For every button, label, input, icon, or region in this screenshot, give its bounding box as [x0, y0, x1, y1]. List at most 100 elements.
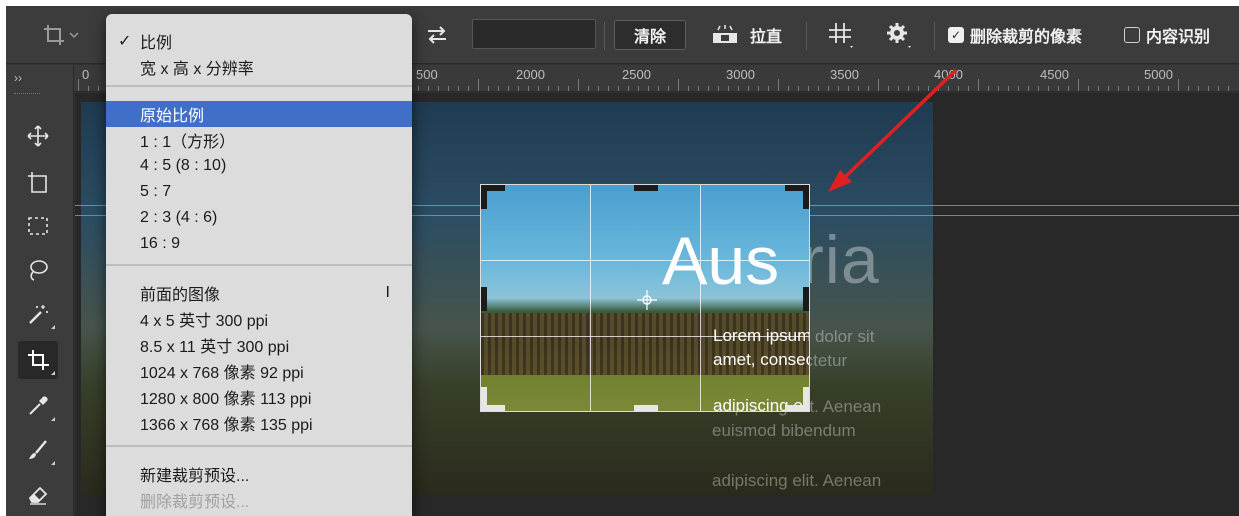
ruler-tick — [1078, 79, 1079, 91]
menu-item-front-image[interactable]: 前面的图像 I — [106, 280, 412, 306]
crop-center-crosshair-icon[interactable] — [637, 290, 657, 310]
menu-separator — [106, 445, 412, 447]
crop-handle-top-right[interactable] — [803, 185, 809, 209]
content-aware-checkbox[interactable]: 内容识别 — [1124, 6, 1210, 64]
ruler-tick — [868, 86, 869, 91]
delete-cropped-pixels-checkbox[interactable]: ✓ 删除裁剪的像素 — [948, 6, 1082, 64]
ruler-tick — [908, 86, 909, 91]
menu-item-8-5x11-inch[interactable]: 8.5 x 11 英寸 300 ppi — [106, 332, 412, 358]
lasso-tool-icon — [30, 260, 48, 281]
ruler-tick — [818, 86, 819, 91]
menu-item-4-5[interactable]: 4 : 5 (8 : 10) — [106, 153, 412, 179]
menu-item-original-ratio[interactable]: 原始比例 — [106, 101, 412, 127]
crop-handle-left[interactable] — [481, 287, 487, 311]
marquee-tool[interactable] — [18, 207, 58, 245]
menu-item-4x5-inch[interactable]: 4 x 5 英寸 300 ppi — [106, 306, 412, 332]
ruler-tick — [1008, 86, 1009, 91]
ruler-tick — [588, 86, 589, 91]
image-title-inside: Aus — [662, 222, 779, 300]
tools-panel: ›› — [6, 65, 74, 516]
ruler-tick — [888, 86, 889, 91]
menu-item-2-3[interactable]: 2 : 3 (4 : 6) — [106, 205, 412, 231]
straighten-button[interactable]: 拉直 — [710, 6, 782, 64]
ruler-tick — [878, 79, 879, 91]
ruler-tick — [748, 86, 749, 91]
ratio-height-input[interactable] — [472, 19, 596, 49]
crop-handle-right[interactable] — [803, 287, 809, 311]
menu-item-1366x768[interactable]: 1366 x 768 像素 135 ppi — [106, 410, 412, 436]
menu-item-label: 8.5 x 11 英寸 300 ppi — [140, 339, 290, 356]
ruler-tick — [1178, 79, 1179, 91]
marquee-tool-icon — [28, 217, 48, 235]
ruler-tick — [708, 86, 709, 91]
toolbar-grip[interactable] — [14, 93, 40, 95]
menu-item-delete-crop-preset: 删除裁剪预设... — [106, 487, 412, 513]
crop-grid-line — [700, 185, 701, 411]
grid-overlay-icon — [829, 23, 853, 48]
crop-settings-button[interactable] — [884, 6, 914, 64]
ruler-tick — [898, 86, 899, 91]
eraser-icon — [28, 486, 48, 505]
menu-item-16-9[interactable]: 16 : 9 — [106, 231, 412, 257]
ruler-tick — [78, 79, 79, 91]
move-tool-icon — [27, 125, 49, 147]
crop-handle-bottom[interactable] — [634, 405, 658, 411]
clear-button[interactable]: 清除 — [614, 20, 686, 50]
ruler-tick — [1058, 86, 1059, 91]
artboard-tool[interactable] — [18, 163, 58, 201]
crop-tool[interactable] — [18, 341, 58, 379]
crop-handle-bottom-right[interactable] — [803, 387, 809, 411]
menu-item-width-height-resolution[interactable]: 宽 x 高 x 分辨率 — [106, 54, 412, 80]
ruler-label: 5000 — [1144, 67, 1173, 82]
menu-item-1-1[interactable]: 1 : 1（方形） — [106, 127, 412, 153]
brush-tool[interactable] — [18, 431, 58, 469]
menu-item-label: 2 : 3 (4 : 6) — [140, 209, 218, 226]
move-tool[interactable] — [18, 117, 58, 155]
eyedropper-tool[interactable] — [18, 387, 58, 425]
swap-dimensions-button[interactable] — [424, 6, 450, 64]
ruler-tick — [418, 86, 419, 91]
grid-overlay-button[interactable] — [826, 6, 856, 64]
checkbox-unchecked-icon — [1124, 27, 1140, 43]
ruler-tick — [1108, 86, 1109, 91]
ruler-tick — [598, 86, 599, 91]
ruler-tick — [438, 86, 439, 91]
ruler-tick — [608, 86, 609, 91]
ruler-tick — [938, 86, 939, 91]
menu-separator — [106, 264, 412, 266]
menu-item-label: 1 : 1（方形） — [140, 134, 236, 151]
ruler-tick — [1148, 86, 1149, 91]
ruler-tick — [928, 86, 929, 91]
ruler-tick — [798, 86, 799, 91]
crop-tool-icon — [28, 350, 49, 370]
brush-icon — [29, 440, 47, 459]
ruler-tick — [658, 86, 659, 91]
menu-item-label: 删除裁剪预设... — [140, 494, 250, 511]
collapse-toolbar-button[interactable]: ›› — [14, 71, 22, 85]
ruler-tick — [1198, 86, 1199, 91]
crop-handle-top[interactable] — [634, 185, 658, 191]
ruler-tick — [1038, 86, 1039, 91]
menu-item-1024x768[interactable]: 1024 x 768 像素 92 ppi — [106, 358, 412, 384]
ruler-tick — [1118, 86, 1119, 91]
ruler-label: 3500 — [830, 67, 859, 82]
menu-item-5-7[interactable]: 5 : 7 — [106, 179, 412, 205]
menu-item-new-crop-preset[interactable]: 新建裁剪预设... — [106, 461, 412, 487]
menu-item-label: 原始比例 — [140, 108, 205, 125]
crop-handle-top-left[interactable] — [481, 185, 487, 209]
eraser-tool[interactable] — [18, 475, 58, 513]
ruler-tick — [688, 86, 689, 91]
menu-item-1280x800[interactable]: 1280 x 800 像素 113 ppi — [106, 384, 412, 410]
separator — [604, 22, 605, 50]
ruler-tick — [758, 86, 759, 91]
lasso-tool[interactable] — [18, 251, 58, 289]
ruler-tick — [448, 86, 449, 91]
swap-icon — [428, 26, 446, 44]
menu-item-ratio[interactable]: ✓ 比例 — [106, 28, 412, 54]
crop-tool-preset-button[interactable] — [40, 6, 80, 64]
crop-handle-bottom-left[interactable] — [481, 387, 487, 411]
menu-item-label: 1280 x 800 像素 113 ppi — [140, 391, 312, 408]
magic-wand-tool[interactable] — [18, 295, 58, 333]
ruler-tick — [1088, 86, 1089, 91]
forest-image — [481, 313, 809, 383]
